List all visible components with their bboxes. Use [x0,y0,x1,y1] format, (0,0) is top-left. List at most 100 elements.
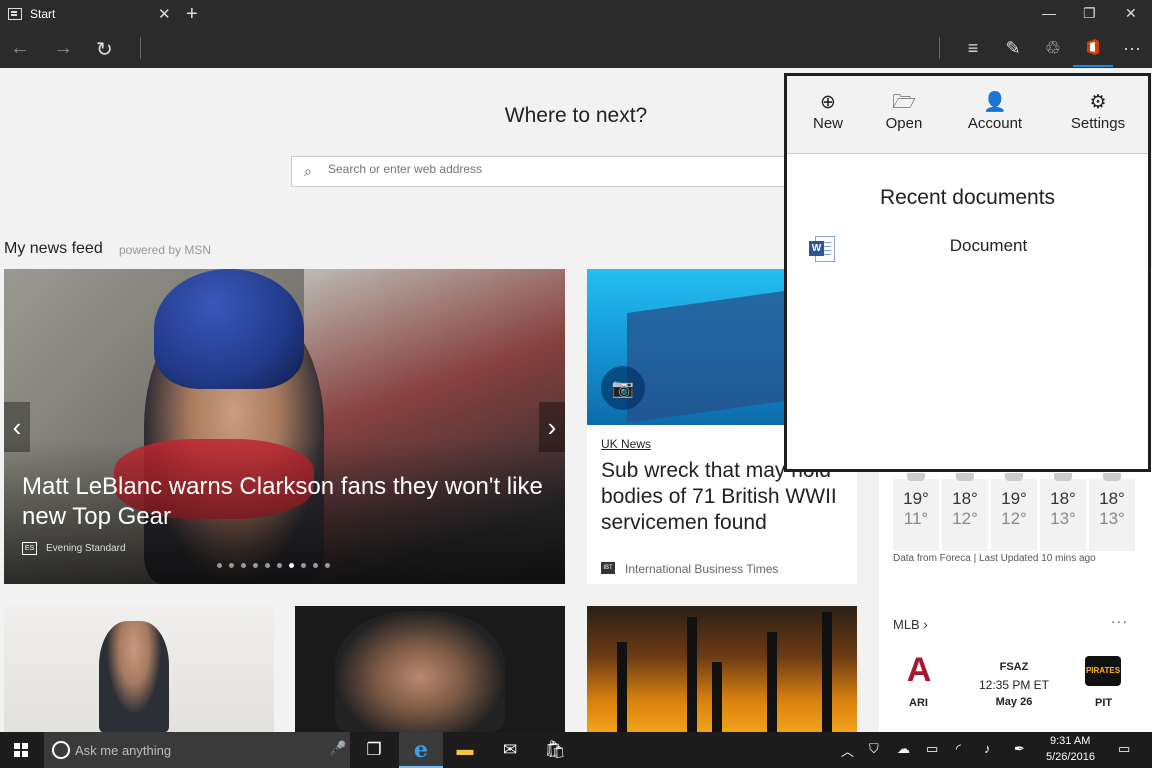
search-icon: ⌕ [304,163,312,179]
tab-close-button[interactable]: ✕ [158,5,171,23]
more-icon[interactable]: ··· [1121,38,1143,58]
new-tab-button[interactable]: + [186,3,198,26]
pen-workspace-icon[interactable]: ✒ [1014,741,1025,757]
feed-title: My news feed [4,240,103,257]
news-thumbnail[interactable] [4,606,274,732]
camera-icon: 📷 [601,366,645,410]
weather-icon [956,473,974,481]
weather-day[interactable]: 18° 13° [1089,473,1135,551]
thumbnail-chimney [617,642,627,732]
carousel-dot[interactable] [313,563,318,568]
document-name[interactable]: Document [787,236,1152,256]
clock-time[interactable]: 9:31 AM [1050,735,1090,747]
refresh-icon[interactable]: ↻ [96,37,113,62]
source-logo-icon: ES [22,542,37,555]
defender-shield-icon[interactable]: ⛉ [869,741,879,757]
weather-day[interactable]: 19° 12° [991,473,1037,551]
weather-day[interactable]: 19° 11° [893,473,939,551]
temp-high: 19° [1001,489,1027,508]
weather-icon [1005,473,1023,481]
minimize-button[interactable]: — [1042,5,1056,21]
temp-high: 18° [952,489,978,508]
hub-icon[interactable]: ≡ [962,38,984,58]
search-input[interactable] [328,162,828,176]
taskbar: Ask me anything 🎤 ❐ e ▬ ✉ 🛍 ︿ ⛉ ☁ ▭ ◜ ♪ … [0,732,1152,768]
news-category[interactable]: UK News [601,437,651,451]
start-button[interactable] [0,732,44,768]
tab-start[interactable]: Start ✕ [0,0,179,29]
carousel-dot[interactable] [217,563,222,568]
office-icon[interactable] [1082,38,1104,58]
carousel-dot[interactable] [229,563,234,568]
game-network: FSAZ [999,661,1029,673]
wifi-icon[interactable]: ◜ [956,741,961,757]
back-icon[interactable]: ← [10,37,30,60]
hero-next-button[interactable]: › [539,402,565,452]
chevron-right-icon: › [923,617,928,632]
temp-low: 11° [903,509,929,528]
hero-source: Evening Standard [46,543,126,554]
carousel-dot[interactable] [289,563,294,568]
microphone-icon[interactable]: 🎤 [329,740,346,757]
store-icon[interactable]: 🛍 [533,732,577,768]
temp-low: 12° [1001,509,1027,528]
weather-day[interactable]: 18° 12° [942,473,988,551]
hero-image-helmet [154,269,304,389]
cortana-search-box[interactable]: Ask me anything 🎤 [44,732,350,768]
forecast-note: Data from Foreca | Last Updated 10 mins … [893,553,1096,564]
office-account-button[interactable]: 👤 Account [964,91,1026,132]
cortana-icon [52,741,70,759]
weather-day[interactable]: 18° 13° [1040,473,1086,551]
maximize-button[interactable]: ❐ [1083,5,1096,22]
hero-news-card[interactable]: ‹ › Matt LeBlanc warns Clarkson fans the… [4,269,565,584]
close-button[interactable]: ✕ [1125,5,1137,22]
office-button-label: Open [885,115,923,132]
temp-low: 12° [952,509,978,528]
carousel-dots [217,563,362,571]
clock-date[interactable]: 5/26/2016 [1046,751,1095,763]
weather-icon [1103,473,1121,481]
office-toolbar: ⊕ New 🗁 Open 👤 Account ⚙ Settings [787,76,1148,154]
cortana-placeholder: Ask me anything [75,743,172,758]
forward-icon[interactable]: → [53,37,73,60]
battery-icon[interactable]: ▭ [926,741,938,757]
temp-high: 18° [1099,489,1125,508]
office-button-label: New [812,115,843,132]
pirates-logo-icon: PIRATES [1085,656,1121,686]
office-new-button[interactable]: ⊕ New [807,91,849,132]
page-icon [8,8,22,20]
mail-icon[interactable]: ✉ [488,732,532,768]
web-note-icon[interactable]: ✎ [1002,38,1024,58]
carousel-dot[interactable] [325,563,330,568]
carousel-dot[interactable] [241,563,246,568]
share-icon[interactable]: ♲ [1042,38,1064,58]
carousel-dot[interactable] [301,563,306,568]
action-center-icon[interactable]: ▭ [1118,741,1130,757]
news-thumbnail[interactable] [295,606,565,732]
windows-logo-icon [14,743,28,757]
show-hidden-icons-icon[interactable]: ︿ [841,741,854,760]
onedrive-cloud-icon[interactable]: ☁ [897,741,910,757]
file-explorer-icon[interactable]: ▬ [443,732,487,768]
source-logo-icon: IBT [601,562,615,574]
volume-icon[interactable]: ♪ [984,741,991,756]
carousel-dot[interactable] [253,563,258,568]
recent-documents-title: Recent documents [879,186,1056,209]
carousel-dot[interactable] [265,563,270,568]
office-button-label: Account [967,115,1023,132]
game-time: 12:35 PM ET [978,678,1050,692]
hero-prev-button[interactable]: ‹ [4,402,30,452]
edge-icon[interactable]: e [399,732,443,768]
thumbnail-chimney [712,662,722,732]
mlb-link[interactable]: MLB › [893,617,928,632]
more-options-button[interactable]: ··· [1111,613,1128,629]
news-thumbnail[interactable] [587,606,857,732]
office-settings-button[interactable]: ⚙ Settings [1066,91,1130,132]
task-view-icon[interactable]: ❐ [352,732,396,768]
address-search-box[interactable]: ⌕ [291,156,861,187]
temp-high: 18° [1050,489,1076,508]
team-away: ARI [909,697,928,709]
carousel-dot[interactable] [277,563,282,568]
hero-headline[interactable]: Matt LeBlanc warns Clarkson fans they wo… [22,472,562,532]
office-open-button[interactable]: 🗁 Open [881,91,927,132]
